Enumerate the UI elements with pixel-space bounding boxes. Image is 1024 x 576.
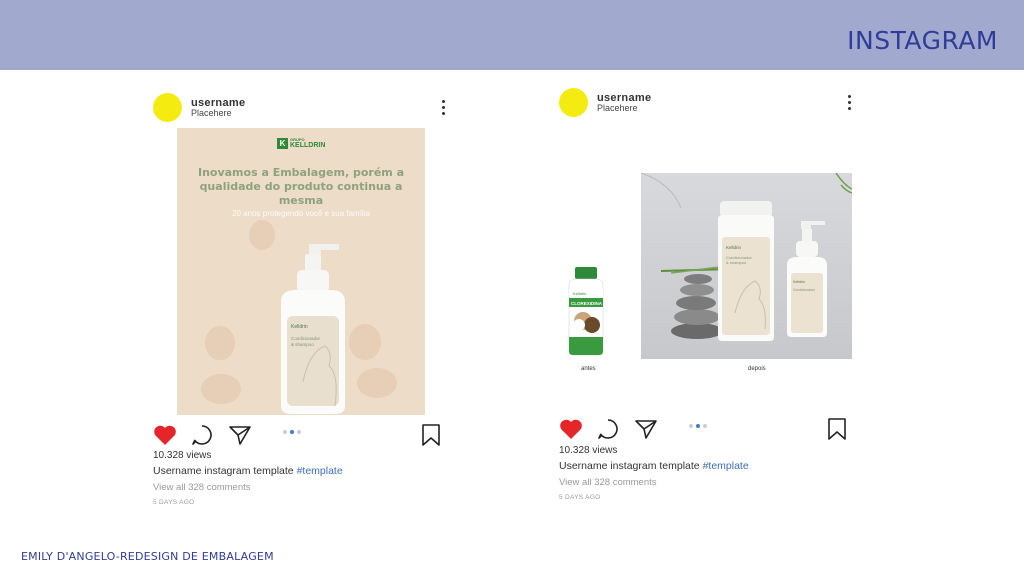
pump-bottle-illustration: Kelldrin Condicionador & shampoo <box>281 244 345 414</box>
svg-text:& shampoo: & shampoo <box>726 260 747 265</box>
hashtag-link[interactable]: #template <box>703 460 749 472</box>
comment-icon[interactable] <box>191 424 213 446</box>
view-count: 10.328 views <box>153 450 212 461</box>
ad-subline: 20 anos protegendo você e sua família <box>232 209 370 218</box>
view-comments-link[interactable]: View all 328 comments <box>153 482 251 493</box>
post-caption: Username instagram template #template <box>559 460 749 472</box>
slide-title: INSTAGRAM <box>847 26 998 55</box>
bottle-brand: Kelldrin <box>291 324 308 330</box>
more-options-icon[interactable] <box>440 100 446 116</box>
header-bar: INSTAGRAM <box>0 0 1024 70</box>
bookmark-icon[interactable] <box>420 423 442 447</box>
send-icon[interactable] <box>228 424 252 446</box>
svg-text:Kelldrin: Kelldrin <box>726 245 742 250</box>
view-count: 10.328 views <box>559 445 618 456</box>
svg-text:Condicionador: Condicionador <box>291 336 321 341</box>
view-comments-link[interactable]: View all 328 comments <box>559 477 657 488</box>
hashtag-link[interactable]: #template <box>297 465 343 477</box>
before-label: antes <box>581 366 596 372</box>
carousel-dot[interactable] <box>283 430 287 434</box>
post-caption: Username instagram template #template <box>153 465 343 477</box>
avatar[interactable] <box>153 93 182 122</box>
post-image[interactable]: K GRUPO KELLDRIN Inovamos a Embalagem, p… <box>177 128 425 415</box>
paw-print-decoration <box>205 326 235 360</box>
svg-text:Kelldrin: Kelldrin <box>793 280 805 284</box>
ad-headline: Inovamos a Embalagem, porém a qualidade … <box>197 166 405 207</box>
carousel-dot[interactable] <box>703 424 707 428</box>
caption-text: Username instagram template <box>153 465 297 477</box>
product-photo[interactable]: Kelldrin Condicionador & shampoo Kelldri… <box>641 173 852 359</box>
carousel-dot[interactable] <box>297 430 301 434</box>
old-bottle-image[interactable]: Kelldrin CLOREXIDINA <box>563 265 609 357</box>
post-location[interactable]: Placehere <box>597 103 638 113</box>
post-timestamp: 5 DAYS AGO <box>153 499 195 506</box>
carousel-dot-active[interactable] <box>290 430 294 434</box>
old-bottle-label: CLOREXIDINA <box>571 301 603 306</box>
post-actions <box>556 416 866 442</box>
svg-text:Condicionador: Condicionador <box>793 288 816 292</box>
paw-print-decoration <box>201 374 241 404</box>
post-location[interactable]: Placehere <box>191 108 232 118</box>
comment-icon[interactable] <box>597 418 619 440</box>
post-header: username Placehere <box>556 85 866 121</box>
brand-logo: K GRUPO KELLDRIN <box>277 136 325 150</box>
brand-logo-mark: K <box>277 137 288 149</box>
svg-text:& shampoo: & shampoo <box>291 342 314 347</box>
more-options-icon[interactable] <box>846 95 852 111</box>
carousel-indicator[interactable] <box>689 424 707 428</box>
product-photo-illustration: Kelldrin Condicionador & shampoo Kelldri… <box>641 173 852 341</box>
post-timestamp: 5 DAYS AGO <box>559 494 601 501</box>
svg-text:Kelldrin: Kelldrin <box>573 291 586 296</box>
carousel-dot[interactable] <box>689 424 693 428</box>
instagram-post-1: username Placehere K GRUPO KELLDRIN Inov… <box>150 90 460 520</box>
post-actions <box>150 422 460 448</box>
paw-print-decoration <box>357 368 397 398</box>
heart-icon[interactable] <box>153 424 177 446</box>
instagram-post-2: username Placehere Kelldrin CLOREXIDINA … <box>556 85 866 515</box>
brand-logo-name: KELLDRIN <box>290 142 326 149</box>
carousel-indicator[interactable] <box>283 430 301 434</box>
post-header: username Placehere <box>150 90 460 126</box>
avatar[interactable] <box>559 88 588 117</box>
slide-footer: EMILY D'ANGELO-REDESIGN DE EMBALAGEM <box>21 550 274 563</box>
carousel-dot-active[interactable] <box>696 424 700 428</box>
after-label: depois <box>748 366 766 372</box>
bookmark-icon[interactable] <box>826 417 848 441</box>
heart-icon[interactable] <box>559 418 583 440</box>
send-icon[interactable] <box>634 418 658 440</box>
caption-text: Username instagram template <box>559 460 703 472</box>
